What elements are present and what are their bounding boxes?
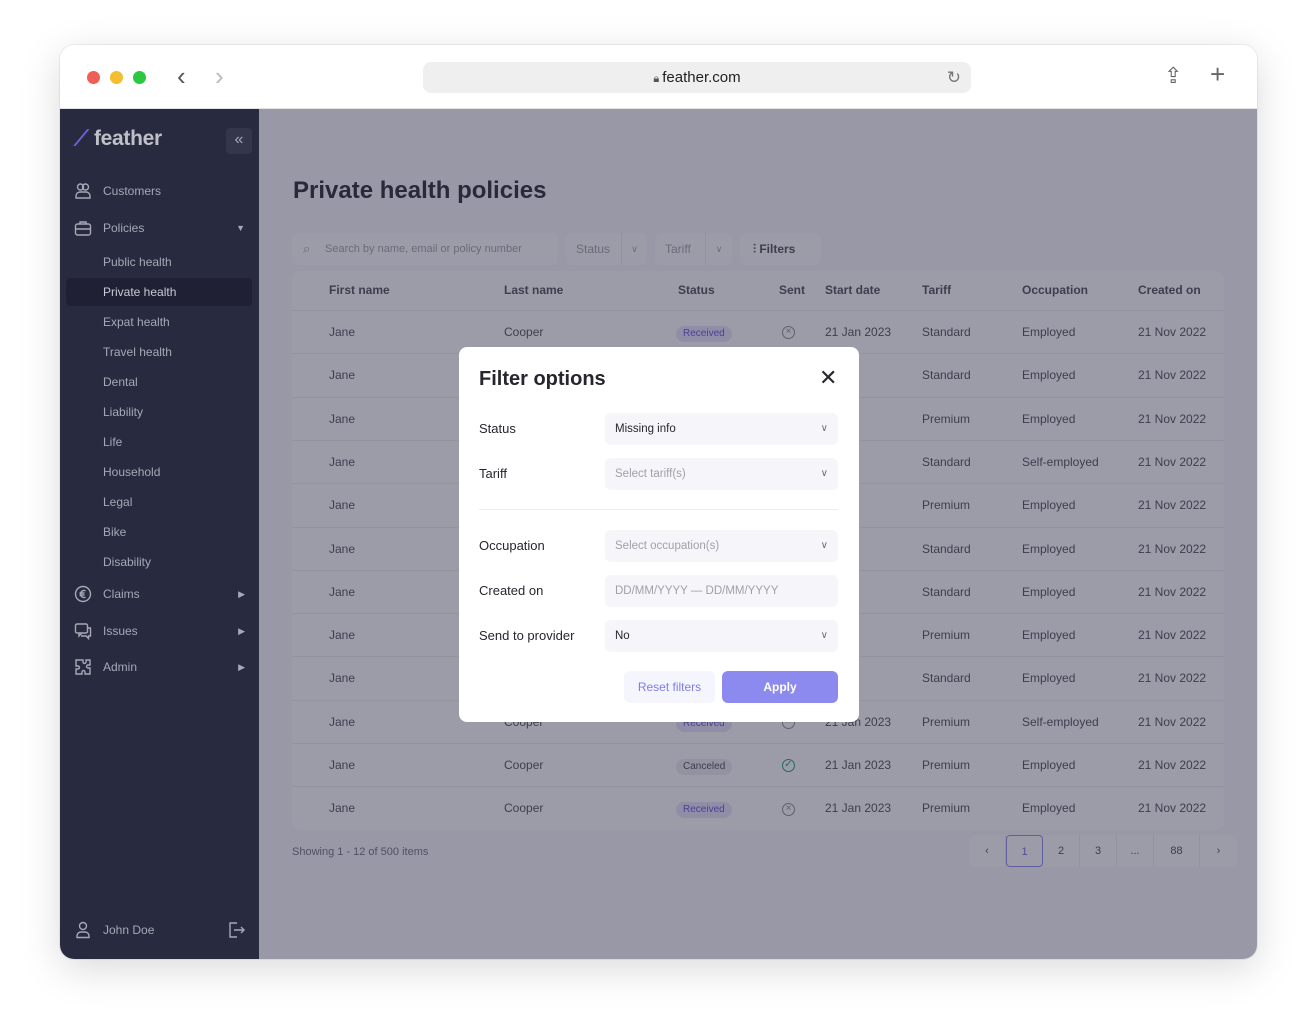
caret-down-icon: ▼ (236, 223, 245, 233)
lock-icon: 🔒︎ (653, 73, 663, 85)
divider (479, 509, 838, 510)
sidebar-item-admin[interactable]: Admin ▶ (60, 652, 259, 682)
chevron-down-icon: ∨ (820, 468, 828, 479)
sidebar-item-policies[interactable]: Policies ▼ (60, 213, 259, 243)
tariff-value: Select tariff(s) (615, 468, 686, 480)
occupation-select[interactable]: Select occupation(s) ∨ (605, 530, 838, 562)
browser-titlebar: ‹ › 🔒︎ feather.com ↻ ⇪ + (60, 45, 1257, 109)
caret-right-icon: ▶ (238, 662, 245, 672)
chevron-down-icon: ∨ (820, 423, 828, 434)
close-window-button[interactable] (87, 71, 100, 84)
user-icon (76, 921, 90, 939)
sidebar-subitem-life[interactable]: Life (66, 428, 252, 456)
sidebar-subitem-dental[interactable]: Dental (66, 368, 252, 396)
logo[interactable]: ⟋ feather (74, 127, 162, 151)
status-value: Missing info (615, 423, 676, 435)
user-name: John Doe (103, 923, 155, 937)
minimize-window-button[interactable] (110, 71, 123, 84)
maximize-window-button[interactable] (133, 71, 146, 84)
close-icon[interactable]: ✕ (819, 367, 837, 389)
caret-right-icon: ▶ (238, 626, 245, 636)
filter-label: Created on (479, 583, 544, 598)
sidebar-item-label: Claims (103, 587, 140, 601)
sidebar-subitem-bike[interactable]: Bike (66, 518, 252, 546)
sidebar-subitem-legal[interactable]: Legal (66, 488, 252, 516)
sidebar: ⟋ feather « Customers Policies ▼ Public h… (60, 109, 259, 959)
send-to-provider-value: No (615, 630, 630, 642)
back-icon[interactable]: ‹ (177, 63, 186, 89)
sidebar-subitem-travel-health[interactable]: Travel health (66, 338, 252, 366)
caret-right-icon: ▶ (238, 589, 245, 599)
collapse-sidebar-button[interactable]: « (226, 128, 252, 154)
chevron-down-icon: ∨ (820, 540, 828, 551)
browser-window: ‹ › 🔒︎ feather.com ↻ ⇪ + ⟋ feather « Cust… (60, 45, 1257, 959)
reset-filters-button[interactable]: Reset filters (624, 671, 715, 703)
sidebar-item-customers[interactable]: Customers (60, 176, 259, 206)
created-on-value: DD/MM/YYYY — DD/MM/YYYY (615, 585, 779, 597)
sidebar-item-label: Issues (103, 624, 138, 638)
sidebar-item-label: Policies (103, 221, 145, 235)
filter-label: Occupation (479, 538, 545, 553)
sidebar-item-issues[interactable]: Issues ▶ (60, 616, 259, 646)
sidebar-subitem-liability[interactable]: Liability (66, 398, 252, 426)
sidebar-subitem-public-health[interactable]: Public health (66, 248, 252, 276)
new-tab-icon[interactable]: + (1210, 59, 1225, 90)
modal-title: Filter options (479, 368, 606, 390)
sidebar-subitem-household[interactable]: Household (66, 458, 252, 486)
filter-label: Status (479, 421, 516, 436)
logout-icon[interactable] (227, 921, 245, 939)
address-bar[interactable]: 🔒︎ feather.com ↻ (423, 62, 971, 93)
user-profile[interactable]: John Doe (60, 915, 259, 945)
users-icon (75, 183, 91, 199)
puzzle-icon (75, 659, 91, 675)
sidebar-item-label: Customers (103, 184, 162, 198)
chat-icon (74, 623, 92, 640)
filter-options-modal: Filter options ✕ Reset filters Apply Sta… (459, 347, 859, 722)
sidebar-subitem-disability[interactable]: Disability (66, 548, 252, 576)
created-on-date-range-input[interactable]: DD/MM/YYYY — DD/MM/YYYY (605, 575, 838, 607)
filter-label: Tariff (479, 466, 507, 481)
send-to-provider-select[interactable]: No ∨ (605, 620, 838, 652)
logo-text: feather (93, 127, 162, 150)
sidebar-subitem-private-health[interactable]: Private health (66, 278, 252, 306)
sidebar-subitem-expat-health[interactable]: Expat health (66, 308, 252, 336)
chevron-down-icon: ∨ (820, 630, 828, 641)
status-select[interactable]: Missing info ∨ (605, 413, 838, 445)
share-icon[interactable]: ⇪ (1164, 63, 1182, 89)
sidebar-item-claims[interactable]: Claims ▶ (60, 579, 259, 609)
double-chevron-left-icon: « (234, 131, 244, 148)
forward-icon[interactable]: › (215, 63, 224, 89)
briefcase-icon (74, 221, 92, 236)
reload-icon[interactable]: ↻ (947, 62, 961, 93)
tariff-select[interactable]: Select tariff(s) ∨ (605, 458, 838, 490)
apply-button[interactable]: Apply (722, 671, 838, 703)
euro-icon (74, 585, 92, 603)
url-text: feather.com (662, 69, 741, 86)
sidebar-item-label: Admin (103, 660, 138, 674)
feather-icon: ⟋ (74, 127, 89, 150)
occupation-value: Select occupation(s) (615, 540, 720, 552)
filter-label: Send to provider (479, 628, 575, 643)
